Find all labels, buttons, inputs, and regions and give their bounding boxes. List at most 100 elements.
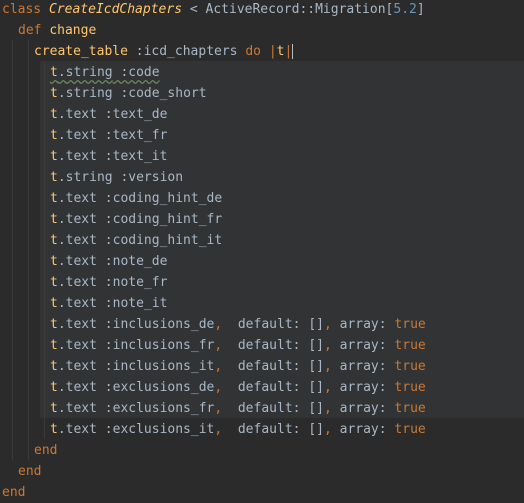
dot: . xyxy=(57,86,66,101)
code-line-24[interactable]: end xyxy=(2,482,25,503)
code-line-9[interactable]: t.string :version xyxy=(50,167,183,188)
column-name: :coding_hint_fr xyxy=(96,212,223,227)
colon: : xyxy=(292,401,309,416)
dot: . xyxy=(57,275,66,290)
code-line-21[interactable]: t.text :exclusions_it, default: [], arra… xyxy=(50,419,426,440)
column-type: string xyxy=(65,86,113,101)
block-var: t xyxy=(50,86,58,101)
code-line-11[interactable]: t.text :coding_hint_fr xyxy=(50,209,222,230)
code-line-7[interactable]: t.text :text_fr xyxy=(50,125,167,146)
column-name: :note_fr xyxy=(96,275,168,290)
code-line-3[interactable]: create_table :icd_chapters do |t| xyxy=(34,41,294,62)
code-line-22[interactable]: end xyxy=(34,440,57,461)
block-var: t xyxy=(50,401,58,416)
block-var: t xyxy=(50,149,58,164)
column-type: text xyxy=(65,296,97,311)
code-line-12[interactable]: t.text :coding_hint_it xyxy=(50,230,222,251)
code-line-23[interactable]: end xyxy=(18,461,41,482)
block-var: t xyxy=(50,107,58,122)
option-default: default xyxy=(222,422,293,437)
indent-guide xyxy=(28,40,29,460)
comma: , xyxy=(323,317,332,332)
dot: . xyxy=(57,296,66,311)
option-default: default xyxy=(222,380,293,395)
class-name: CreateIcdChapters xyxy=(48,2,183,17)
migration-class: Migration xyxy=(315,2,386,17)
block-var: t xyxy=(50,170,58,185)
module-name: ActiveRecord xyxy=(205,2,300,17)
keyword-def: def xyxy=(18,23,42,38)
dot: . xyxy=(57,338,66,353)
block-var: t xyxy=(50,296,58,311)
column-type: text xyxy=(65,338,97,353)
code-editor[interactable]: class CreateIcdChapters < ActiveRecord::… xyxy=(0,0,524,501)
column-type: text xyxy=(65,422,97,437)
code-line-14[interactable]: t.text :note_fr xyxy=(50,272,167,293)
column-type: text xyxy=(65,275,97,290)
block-var: t xyxy=(50,212,58,227)
code-line-16[interactable]: t.text :inclusions_de, default: [], arra… xyxy=(50,314,426,335)
code-line-17[interactable]: t.text :inclusions_fr, default: [], arra… xyxy=(50,335,426,356)
code-line-10[interactable]: t.text :coding_hint_de xyxy=(50,188,222,209)
keyword-end: end xyxy=(2,485,26,500)
block-var: t xyxy=(50,191,58,206)
boolean-true: true xyxy=(394,401,426,416)
code-line-18[interactable]: t.text :inclusions_it, default: [], arra… xyxy=(50,356,426,377)
column-name: :code xyxy=(112,65,160,80)
code-line-1[interactable]: class CreateIcdChapters < ActiveRecord::… xyxy=(2,0,425,20)
block-var: t xyxy=(50,128,58,143)
bracket-close: ] xyxy=(416,2,425,17)
scope-op: :: xyxy=(299,2,316,17)
block-var: t xyxy=(50,233,58,248)
column-name: :coding_hint_it xyxy=(96,233,223,248)
column-type: text xyxy=(65,401,97,416)
pipe: | xyxy=(284,44,293,59)
code-line-20[interactable]: t.text :exclusions_fr, default: [], arra… xyxy=(50,398,426,419)
dot: . xyxy=(57,254,66,269)
column-name: :exclusions_de xyxy=(96,380,215,395)
empty-array: [] xyxy=(308,401,324,416)
dot: . xyxy=(57,380,66,395)
inherit-op: < xyxy=(182,2,206,17)
column-name: :coding_hint_de xyxy=(96,191,223,206)
column-name: :code_short xyxy=(112,86,207,101)
option-array: array xyxy=(331,401,379,416)
option-default: default xyxy=(222,401,293,416)
code-line-2[interactable]: def change xyxy=(18,20,96,41)
code-line-15[interactable]: t.text :note_it xyxy=(50,293,167,314)
code-line-6[interactable]: t.text :text_de xyxy=(50,104,167,125)
indent-guide xyxy=(12,40,13,460)
dot: . xyxy=(57,65,66,80)
block-var: t xyxy=(50,359,58,374)
column-name: :text_it xyxy=(96,149,168,164)
colon: : xyxy=(378,422,395,437)
empty-array: [] xyxy=(308,380,324,395)
code-line-4[interactable]: t.string :code xyxy=(50,62,160,83)
keyword-do: do xyxy=(245,44,261,59)
colon: : xyxy=(378,359,395,374)
comma: , xyxy=(323,401,332,416)
column-type: text xyxy=(65,254,97,269)
colon: : xyxy=(292,380,309,395)
comma: , xyxy=(323,338,332,353)
code-line-13[interactable]: t.text :note_de xyxy=(50,251,167,272)
column-type: text xyxy=(65,149,97,164)
code-line-19[interactable]: t.text :exclusions_de, default: [], arra… xyxy=(50,377,426,398)
code-line-5[interactable]: t.string :code_short xyxy=(50,83,207,104)
option-array: array xyxy=(331,338,379,353)
dot: . xyxy=(57,212,66,227)
version-number: 5.2 xyxy=(393,2,417,17)
dot: . xyxy=(57,233,66,248)
code-line-8[interactable]: t.text :text_it xyxy=(50,146,167,167)
column-type: string xyxy=(65,170,113,185)
option-default: default xyxy=(222,359,293,374)
column-name: :exclusions_fr xyxy=(96,401,215,416)
block-var: t xyxy=(50,254,58,269)
column-type: text xyxy=(65,128,97,143)
option-array: array xyxy=(331,317,379,332)
column-name: :text_de xyxy=(96,107,168,122)
option-array: array xyxy=(331,359,379,374)
column-name: :inclusions_fr xyxy=(96,338,215,353)
